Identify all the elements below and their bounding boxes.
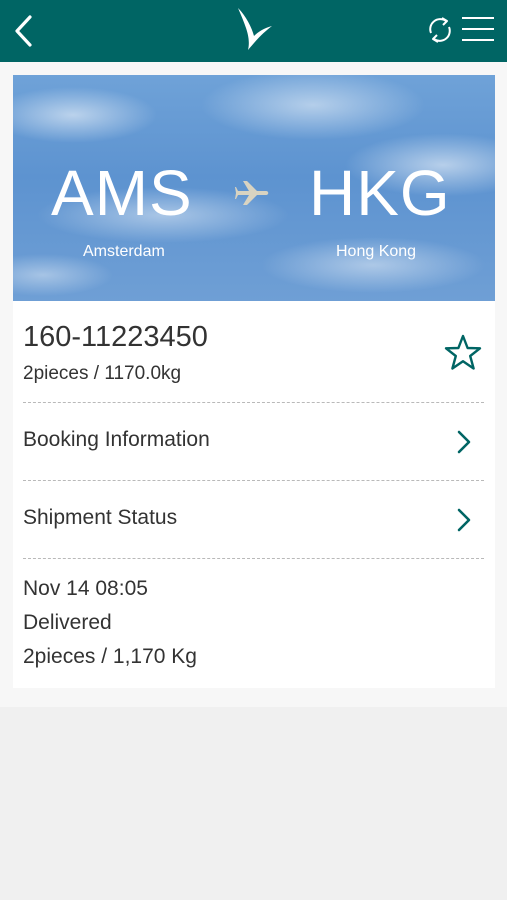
origin-code: AMS (51, 157, 193, 229)
favorite-button[interactable] (443, 333, 483, 373)
hamburger-menu-icon (462, 17, 494, 41)
menu-button[interactable] (460, 14, 496, 44)
destination-city: Hong Kong (336, 243, 417, 260)
booking-information-row[interactable]: Booking Information (13, 402, 495, 478)
shipment-status-label: Shipment Status (23, 506, 178, 529)
status-pieces-weight: 2pieces / 1,170 Kg (23, 645, 197, 668)
airplane-icon (235, 181, 269, 205)
chevron-right-icon (457, 430, 471, 454)
refresh-icon (429, 17, 451, 43)
chevron-left-icon (15, 15, 32, 47)
star-outline-icon (444, 334, 482, 370)
destination-code: HKG (309, 157, 451, 229)
booking-information-label: Booking Information (23, 428, 210, 451)
shipment-card: AMS HKG Amsterdam Hong Kong 160-11223450… (13, 75, 495, 688)
status-text: Delivered (23, 611, 112, 634)
divider (23, 558, 484, 559)
status-datetime: Nov 14 08:05 (23, 577, 148, 600)
shipment-summary: 2pieces / 1170.0kg (23, 363, 182, 384)
shipment-status-row[interactable]: Shipment Status (13, 480, 495, 556)
brushwing-logo-icon (238, 8, 272, 50)
refresh-button[interactable] (424, 13, 456, 47)
route-banner: AMS HKG Amsterdam Hong Kong (13, 75, 495, 301)
top-app-bar (0, 0, 507, 62)
airline-logo (232, 6, 276, 52)
chevron-right-icon (457, 508, 471, 532)
awb-number: 160-11223450 (23, 321, 208, 353)
origin-city: Amsterdam (83, 243, 165, 260)
back-button[interactable] (8, 12, 40, 50)
